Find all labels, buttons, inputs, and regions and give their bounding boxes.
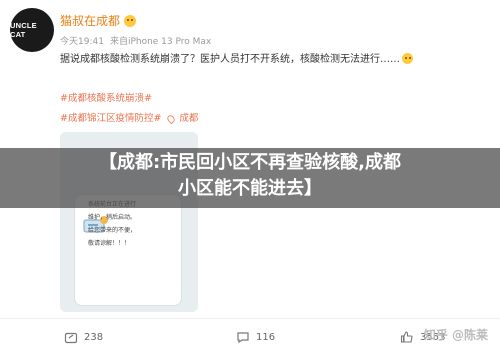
- avatar-label: UNCLE CAT: [10, 21, 37, 39]
- post-device: 来自iPhone 13 Pro Max: [109, 37, 212, 47]
- share-icon: [64, 332, 78, 344]
- author-row: 猫叔在成都: [60, 12, 137, 29]
- watermark: 知乎 @陈莱: [423, 328, 488, 342]
- thumbs-up-icon: [400, 331, 413, 343]
- share-count: 238: [84, 331, 104, 343]
- post-text: 据说成都核酸检测系统崩溃了？医护人员打不开系统，核酸检测无法进行……: [60, 50, 413, 65]
- hashtags: #成都核酸系统崩溃# #成都锦江区疫情防控# 成都: [60, 89, 198, 129]
- notice-line: 维护，稍后启动。: [88, 214, 137, 221]
- hashtag-system-crash[interactable]: #成都核酸系统崩溃#: [60, 89, 152, 109]
- location-icon: [166, 113, 177, 125]
- post-meta: 今天19:41 来自iPhone 13 Pro Max: [60, 34, 211, 47]
- notice-line: 敬请谅解！！！: [88, 240, 131, 247]
- notice-line: 给您带来的不便，: [88, 227, 137, 234]
- comment-icon: [237, 332, 249, 344]
- comment-button[interactable]: 116: [236, 330, 275, 344]
- share-button[interactable]: 238: [64, 330, 103, 344]
- headline-line: 【成都:市民回小区不再查验核酸,成都: [98, 152, 402, 173]
- hashtag-jinjiang[interactable]: #成都锦江区疫情防控#: [60, 109, 161, 129]
- avatar[interactable]: UNCLE CAT: [10, 8, 54, 52]
- post-body: 据说成都核酸检测系统崩溃了？医护人员打不开系统，核酸检测无法进行……: [60, 54, 400, 65]
- post-time: 今天19:41: [60, 37, 104, 47]
- comment-count: 116: [256, 331, 276, 343]
- emoji-icon: [124, 14, 137, 27]
- location-label[interactable]: 成都: [179, 109, 198, 129]
- pray-emoji-icon: [402, 53, 413, 64]
- headline-text: 【成都:市民回小区不再查验核酸,成都 小区能不能进去】: [60, 150, 440, 202]
- headline-line: 小区能不能进去】: [178, 178, 322, 199]
- author-name[interactable]: 猫叔在成都: [60, 12, 120, 29]
